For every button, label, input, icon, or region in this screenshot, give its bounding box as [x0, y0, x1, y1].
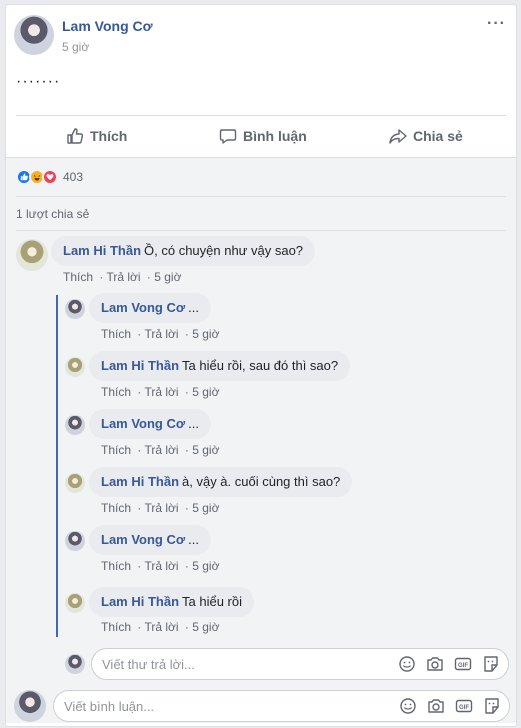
thread-line — [56, 295, 58, 637]
gif-icon[interactable]: GIF — [455, 697, 473, 715]
divider — [16, 230, 506, 231]
reply-avatar[interactable] — [65, 593, 85, 613]
comment-author[interactable]: Lam Hi Thần — [63, 243, 141, 258]
reply-like-link[interactable]: Thích — [101, 620, 131, 634]
reply-text: ... — [188, 532, 199, 547]
reply-input-placeholder: Viết thư trả lời... — [102, 656, 195, 672]
post-card: Lam Vong Cơ 5 giờ ··· ······· Thích Bình… — [5, 4, 517, 727]
comment-input[interactable]: Viết bình luận... GIF — [53, 690, 510, 722]
camera-icon[interactable] — [427, 697, 445, 715]
reply-like-link[interactable]: Thích — [101, 559, 131, 573]
reply-author[interactable]: Lam Vong Cơ — [101, 300, 185, 315]
reply-actions: Thích · Trả lời · 5 giờ — [101, 501, 220, 515]
reply-text: Ta hiểu rồi — [182, 594, 242, 609]
reply-reply-link[interactable]: Trả lời — [144, 501, 178, 515]
reply-author[interactable]: Lam Vong Cơ — [101, 416, 185, 431]
comment-bubble: Lam Hi Thần Ồ, có chuyện như vậy sao? — [51, 236, 316, 266]
reaction-count[interactable]: 403 — [63, 170, 83, 184]
comment-input-avatar — [14, 690, 46, 722]
reply-time[interactable]: 5 giờ — [192, 443, 219, 457]
love-icon — [42, 169, 58, 185]
reply-avatar[interactable] — [65, 299, 85, 319]
reply-author[interactable]: Lam Hi Thần — [101, 474, 179, 489]
reply-text: ... — [188, 300, 199, 315]
reply-avatar[interactable] — [65, 357, 85, 377]
comment-reply-link[interactable]: Trả lời — [106, 270, 140, 284]
reply-reply-link[interactable]: Trả lời — [144, 385, 178, 399]
camera-icon[interactable] — [426, 655, 444, 673]
reply-bubble: Lam Hi Thần Ta hiểu rồi, sau đó thì sao? — [89, 351, 351, 381]
reply-text: à, vậy à. cuối cùng thì sao? — [182, 474, 341, 489]
reply-avatar[interactable] — [65, 415, 85, 435]
comment-text: Ồ, có chuyện như vậy sao? — [144, 243, 304, 258]
share-icon — [389, 129, 407, 144]
divider — [16, 115, 506, 116]
reply-author[interactable]: Lam Vong Cơ — [101, 532, 185, 547]
like-button[interactable]: Thích — [66, 123, 127, 149]
author-avatar[interactable] — [14, 15, 54, 55]
comment-time[interactable]: 5 giờ — [154, 270, 181, 284]
reply-input-tools: GIF — [398, 655, 500, 673]
reply-avatar[interactable] — [65, 531, 85, 551]
divider — [16, 196, 506, 197]
reply-reply-link[interactable]: Trả lời — [144, 327, 178, 341]
reply-actions: Thích · Trả lời · 5 giờ — [101, 385, 220, 399]
sticker-icon[interactable] — [482, 655, 500, 673]
reply-time[interactable]: 5 giờ — [192, 559, 219, 573]
reply-reply-link[interactable]: Trả lời — [144, 559, 178, 573]
gif-icon[interactable]: GIF — [454, 655, 472, 673]
reply-like-link[interactable]: Thích — [101, 501, 131, 515]
reply-input[interactable]: Viết thư trả lời... GIF — [91, 648, 509, 680]
more-options-icon[interactable]: ··· — [487, 15, 506, 33]
sticker-icon[interactable] — [483, 697, 501, 715]
comment-like-link[interactable]: Thích — [63, 270, 93, 284]
reply-bubble: Lam Vong Cơ... — [89, 409, 211, 439]
thumbs-up-icon — [67, 128, 84, 144]
comment-icon — [219, 129, 237, 144]
reply-reply-link[interactable]: Trả lời — [144, 620, 178, 634]
commenter-avatar[interactable] — [16, 239, 48, 271]
comment-actions: Thích · Trả lời · 5 giờ — [63, 270, 182, 284]
reply-author[interactable]: Lam Hi Thần — [101, 594, 179, 609]
reply-reply-link[interactable]: Trả lời — [144, 443, 178, 457]
reply-bubble: Lam Hi Thần Ta hiểu rồi — [89, 587, 254, 617]
share-label: Chia sẻ — [413, 128, 463, 144]
reply-time[interactable]: 5 giờ — [192, 385, 219, 399]
reply-actions: Thích · Trả lời · 5 giờ — [101, 620, 220, 634]
author-name[interactable]: Lam Vong Cơ — [62, 18, 153, 34]
reply-author[interactable]: Lam Hi Thần — [101, 358, 179, 373]
emoji-icon[interactable] — [398, 655, 416, 673]
post-time[interactable]: 5 giờ — [62, 40, 89, 54]
reply-text: ... — [188, 416, 199, 431]
reply-time[interactable]: 5 giờ — [192, 501, 219, 515]
svg-text:GIF: GIF — [458, 663, 468, 669]
reply-actions: Thích · Trả lời · 5 giờ — [101, 559, 220, 573]
reply-bubble: Lam Vong Cơ... — [89, 293, 211, 323]
reactions-summary[interactable]: 403 — [16, 169, 83, 185]
reply-time[interactable]: 5 giờ — [192, 327, 219, 341]
share-count[interactable]: 1 lượt chia sẻ — [16, 207, 89, 221]
reply-time[interactable]: 5 giờ — [192, 620, 219, 634]
reply-like-link[interactable]: Thích — [101, 327, 131, 341]
comment-label: Bình luận — [243, 128, 307, 144]
reply-bubble: Lam Hi Thần à, vậy à. cuối cùng thì sao? — [89, 467, 353, 497]
reply-bubble: Lam Vong Cơ... — [89, 525, 211, 555]
reply-text: Ta hiểu rồi, sau đó thì sao? — [182, 358, 339, 373]
post-text: ······· — [16, 73, 61, 90]
reply-like-link[interactable]: Thích — [101, 443, 131, 457]
reply-avatar[interactable] — [65, 473, 85, 493]
reply-actions: Thích · Trả lời · 5 giờ — [101, 443, 220, 457]
reply-input-avatar — [65, 654, 85, 674]
share-button[interactable]: Chia sẻ — [389, 123, 463, 149]
comment-input-tools: GIF — [399, 697, 501, 715]
reply-like-link[interactable]: Thích — [101, 385, 131, 399]
feedback-section: 403 1 lượt chia sẻ Lam Hi Thần Ồ, có chuy… — [6, 157, 516, 723]
reply-actions: Thích · Trả lời · 5 giờ — [101, 327, 220, 341]
svg-text:GIF: GIF — [459, 705, 469, 711]
emoji-icon[interactable] — [399, 697, 417, 715]
like-label: Thích — [90, 128, 128, 144]
comment-button[interactable]: Bình luận — [219, 123, 307, 149]
comment-input-placeholder: Viết bình luận... — [64, 698, 155, 714]
